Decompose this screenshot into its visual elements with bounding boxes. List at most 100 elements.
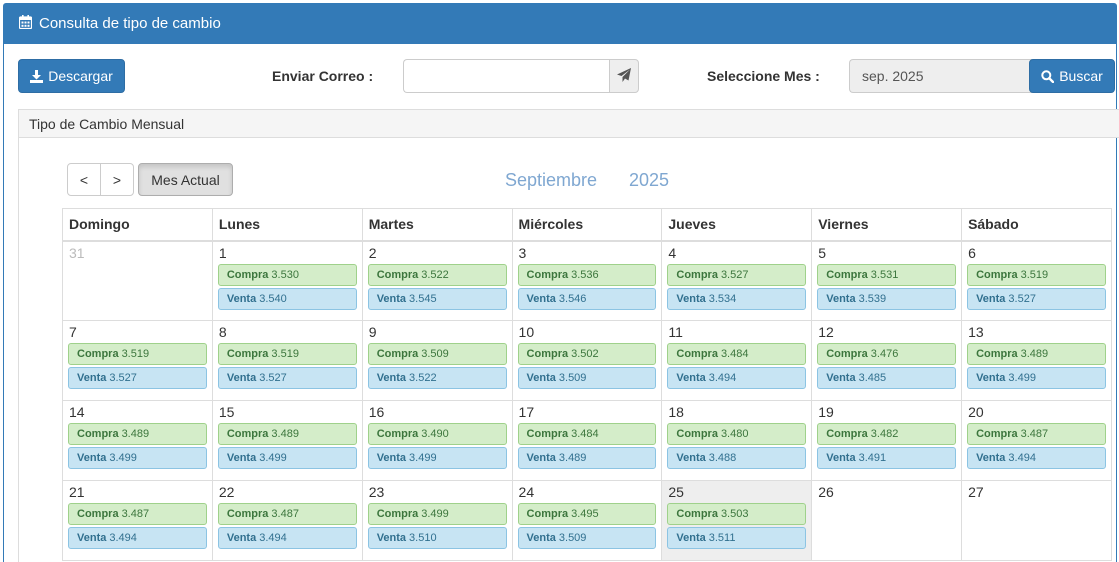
sell-rate-value: 3.509 (558, 372, 587, 384)
sell-rate-event[interactable]: Venta 3.494 (967, 447, 1106, 469)
sell-rate-event[interactable]: Venta 3.499 (967, 367, 1106, 389)
calendar-day-cell[interactable]: 10 Compra 3.502 Venta 3.509 (511, 320, 663, 401)
send-email-button[interactable] (609, 59, 639, 93)
sell-rate-event[interactable]: Venta 3.546 (517, 287, 657, 310)
month-input[interactable] (849, 59, 1055, 93)
buy-rate-label: Compra (526, 348, 569, 360)
prev-month-button[interactable]: < (67, 163, 101, 196)
sell-rate-event[interactable]: Venta 3.489 (517, 447, 657, 469)
calendar-day-cell[interactable]: 20 Compra 3.487 Venta 3.494 (961, 400, 1112, 481)
calendar-day-cell[interactable]: 12 Compra 3.476 Venta 3.485 (811, 320, 963, 401)
sell-rate-event[interactable]: Venta 3.494 (68, 527, 207, 549)
buy-rate-event[interactable]: Compra 3.519 (217, 343, 357, 365)
buy-rate-event[interactable]: Compra 3.489 (68, 423, 207, 445)
calendar-day-cell[interactable]: 1 Compra 3.530 Venta 3.540 (211, 240, 363, 321)
sell-rate-event[interactable]: Venta 3.499 (367, 447, 507, 469)
sell-rate-event[interactable]: Venta 3.488 (667, 447, 807, 469)
calendar-day-cell[interactable]: 11 Compra 3.484 Venta 3.494 (661, 320, 813, 401)
calendar-day-cell[interactable]: 15 Compra 3.489 Venta 3.499 (211, 400, 363, 481)
sell-rate-event[interactable]: Venta 3.494 (667, 367, 807, 389)
buy-rate-value: 3.484 (571, 428, 599, 440)
sell-rate-event[interactable]: Venta 3.510 (367, 527, 507, 549)
buy-rate-event[interactable]: Compra 3.531 (817, 263, 957, 286)
calendar-day-cell[interactable]: 2 Compra 3.522 Venta 3.545 (361, 240, 513, 321)
search-button[interactable]: Buscar (1029, 59, 1115, 93)
calendar-day-cell[interactable]: 6 Compra 3.519 Venta 3.527 (961, 240, 1112, 321)
calendar-day-cell[interactable]: 22 Compra 3.487 Venta 3.494 (211, 480, 363, 561)
sell-rate-event[interactable]: Venta 3.534 (667, 287, 807, 310)
buy-rate-event[interactable]: Compra 3.509 (367, 343, 507, 365)
buy-rate-event[interactable]: Compra 3.476 (817, 343, 957, 365)
calendar-day-cell[interactable]: 31 (62, 240, 213, 321)
buy-rate-event[interactable]: Compra 3.530 (217, 263, 357, 286)
buy-rate-event[interactable]: Compra 3.503 (667, 503, 807, 525)
buy-rate-event[interactable]: Compra 3.519 (967, 263, 1106, 286)
sell-rate-event[interactable]: Venta 3.511 (667, 527, 807, 549)
buy-rate-event[interactable]: Compra 3.489 (217, 423, 357, 445)
calendar-day-cell[interactable]: 9 Compra 3.509 Venta 3.522 (361, 320, 513, 401)
sell-rate-event[interactable]: Venta 3.509 (517, 527, 657, 549)
sell-rate-event[interactable]: Venta 3.527 (68, 367, 207, 389)
sell-rate-event[interactable]: Venta 3.499 (217, 447, 357, 469)
email-input[interactable] (403, 59, 609, 93)
buy-rate-event[interactable]: Compra 3.487 (68, 503, 207, 525)
calendar-day-cell[interactable]: 25 Compra 3.503 Venta 3.511 (661, 480, 813, 561)
sell-rate-value: 3.540 (259, 292, 287, 305)
buy-rate-event[interactable]: Compra 3.536 (517, 263, 657, 286)
buy-rate-event[interactable]: Compra 3.502 (517, 343, 657, 365)
buy-rate-event[interactable]: Compra 3.499 (367, 503, 507, 525)
buy-rate-value: 3.490 (421, 428, 449, 440)
sell-rate-value: 3.527 (109, 372, 137, 384)
sell-rate-label: Venta (676, 452, 706, 464)
sell-rate-event[interactable]: Venta 3.527 (217, 367, 357, 389)
calendar-day-cell[interactable]: 4 Compra 3.527 Venta 3.534 (661, 240, 813, 321)
calendar-day-cell[interactable]: 13 Compra 3.489 Venta 3.499 (961, 320, 1112, 401)
sell-rate-event[interactable]: Venta 3.527 (967, 287, 1106, 310)
sell-rate-event[interactable]: Venta 3.499 (68, 447, 207, 469)
calendar-day-cell[interactable]: 24 Compra 3.495 Venta 3.509 (511, 480, 663, 561)
calendar-day-cell[interactable]: 19 Compra 3.482 Venta 3.491 (811, 400, 963, 481)
calendar-day-cell[interactable]: 21 Compra 3.487 Venta 3.494 (62, 480, 213, 561)
calendar-day-cell[interactable]: 23 Compra 3.499 Venta 3.510 (361, 480, 513, 561)
day-number: 15 (218, 404, 235, 420)
calendar-day-cell[interactable]: 8 Compra 3.519 Venta 3.527 (211, 320, 363, 401)
sell-rate-event[interactable]: Venta 3.494 (217, 527, 357, 549)
sell-rate-event[interactable]: Venta 3.540 (217, 287, 357, 310)
sell-rate-event[interactable]: Venta 3.491 (817, 447, 957, 469)
day-number: 12 (818, 324, 834, 340)
buy-rate-event[interactable]: Compra 3.522 (367, 263, 507, 286)
buy-rate-event[interactable]: Compra 3.484 (667, 343, 807, 365)
next-month-button[interactable]: > (100, 163, 134, 196)
sell-rate-event[interactable]: Venta 3.539 (817, 287, 957, 310)
sell-rate-event[interactable]: Venta 3.485 (817, 367, 957, 389)
calendar-day-cell[interactable]: 18 Compra 3.480 Venta 3.488 (661, 400, 813, 481)
buy-rate-event[interactable]: Compra 3.519 (68, 343, 207, 365)
calendar-day-cell[interactable]: 3 Compra 3.536 Venta 3.546 (511, 240, 663, 321)
buy-rate-event[interactable]: Compra 3.480 (667, 423, 807, 445)
buy-rate-event[interactable]: Compra 3.482 (817, 423, 957, 445)
calendar-day-cell[interactable]: 14 Compra 3.489 Venta 3.499 (62, 400, 213, 481)
download-button[interactable]: Descargar (18, 59, 125, 93)
buy-rate-event[interactable]: Compra 3.489 (967, 343, 1106, 365)
buy-rate-event[interactable]: Compra 3.495 (517, 503, 657, 525)
calendar-day-cell[interactable]: 5 Compra 3.531 Venta 3.539 (811, 240, 963, 321)
buy-rate-label: Compra (676, 428, 718, 440)
buy-rate-label: Compra (226, 428, 269, 440)
buy-rate-event[interactable]: Compra 3.487 (217, 503, 357, 525)
current-month-button[interactable]: Mes Actual (138, 163, 233, 196)
calendar-day-cell[interactable]: 7 Compra 3.519 Venta 3.527 (62, 320, 213, 401)
buy-rate-event[interactable]: Compra 3.487 (967, 423, 1106, 445)
buy-rate-event[interactable]: Compra 3.484 (517, 423, 657, 445)
buy-rate-event[interactable]: Compra 3.490 (367, 423, 507, 445)
buy-rate-event[interactable]: Compra 3.527 (667, 263, 807, 286)
sell-rate-event[interactable]: Venta 3.522 (367, 367, 507, 389)
calendar-day-cell[interactable]: 26 (811, 480, 963, 561)
sell-rate-event[interactable]: Venta 3.545 (367, 287, 507, 310)
calendar-month-title: Septiembre (505, 170, 598, 190)
calendar-day-cell[interactable]: 16 Compra 3.490 Venta 3.499 (361, 400, 513, 481)
calendar-day-cell[interactable]: 17 Compra 3.484 Venta 3.489 (511, 400, 663, 481)
calendar-day-cell[interactable]: 27 (961, 480, 1112, 561)
buy-rate-value: 3.499 (421, 508, 449, 520)
sell-rate-event[interactable]: Venta 3.509 (517, 367, 657, 389)
sell-rate-label: Venta (376, 292, 407, 305)
